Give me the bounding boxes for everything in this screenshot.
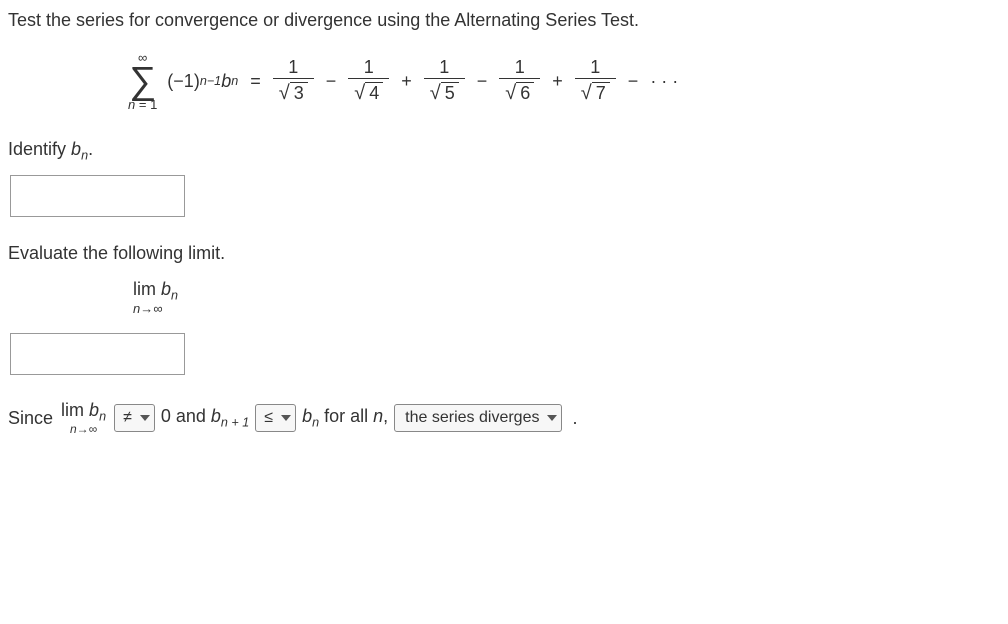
question-text: Test the series for convergence or diver…	[8, 10, 1000, 31]
relation-2-value: ≤	[264, 409, 273, 427]
relation-2-select[interactable]: ≤	[255, 404, 296, 432]
chevron-down-icon	[140, 415, 150, 421]
conclusion-value: the series diverges	[405, 409, 539, 427]
identify-prompt: Identify bn.	[8, 139, 1000, 163]
term-3: 1 √5	[424, 58, 465, 105]
dots: · · ·	[650, 71, 678, 92]
sigma-symbol: ∑	[129, 64, 156, 98]
bn-input[interactable]	[10, 175, 185, 217]
conclusion-select[interactable]: the series diverges	[394, 404, 562, 432]
equals-sign: =	[250, 71, 261, 92]
evaluate-prompt: Evaluate the following limit.	[8, 243, 1000, 264]
relation-1-value: ≠	[123, 409, 132, 427]
term-4: 1 √6	[499, 58, 540, 105]
sigma-notation: ∞ ∑ n = 1	[128, 51, 157, 111]
term-5: 1 √7	[575, 58, 616, 105]
since-label: Since	[8, 408, 53, 429]
limit-input[interactable]	[10, 333, 185, 375]
chevron-down-icon	[281, 415, 291, 421]
since-lim: lim bn n→∞	[61, 401, 106, 435]
final-period: .	[572, 408, 577, 429]
mid-text-2: bn for all n,	[302, 406, 388, 430]
sigma-lower: n = 1	[128, 98, 157, 111]
term-1: 1 √3	[273, 58, 314, 105]
summand: (−1)n−1bn	[167, 71, 238, 92]
chevron-down-icon	[547, 415, 557, 421]
term-2: 1 √4	[348, 58, 389, 105]
conclusion-line: Since lim bn n→∞ ≠ 0 and bn + 1 ≤ bn for…	[8, 401, 1000, 435]
mid-text-1: 0 and bn + 1	[161, 406, 249, 430]
limit-expression: lim bn n→∞	[133, 280, 1000, 315]
series-equation: ∞ ∑ n = 1 (−1)n−1bn = 1 √3 − 1 √4 + 1 √5…	[128, 51, 1000, 111]
relation-1-select[interactable]: ≠	[114, 404, 155, 432]
